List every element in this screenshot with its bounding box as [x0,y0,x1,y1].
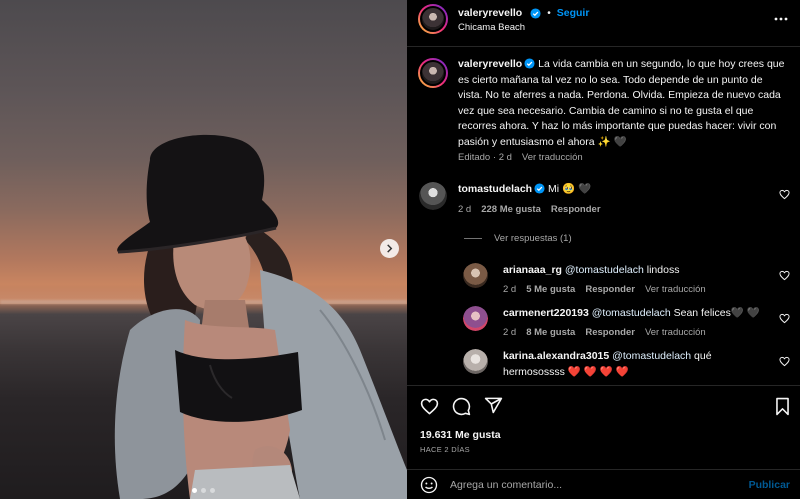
comment-text-line2: hermosossss ❤️ ❤️ ❤️ ❤️ [503,365,629,378]
reply-button[interactable]: Responder [585,284,635,295]
comment-likes-count[interactable]: 5 Me gusta [526,284,575,295]
commenter-username[interactable]: karina.alexandra3015 [503,350,609,362]
commenter-username[interactable]: tomastudelach [458,183,532,195]
comment-item: karina.alexandra3015 @tomastudelach qué … [407,348,800,385]
caption-text: La vida cambia en un segundo, lo que hoy… [458,58,785,148]
like-heart-icon[interactable] [420,397,439,416]
comment-text: Mi 🥹 🖤 [548,183,592,195]
woman-figure [114,134,407,499]
emoji-icon[interactable] [420,476,438,494]
commenter-username[interactable]: carmenert220193 [503,307,589,319]
verified-badge-icon [530,7,541,19]
commenter-username[interactable]: arianaaa_rg [503,264,562,276]
chevron-right-icon [387,244,393,253]
comment-text: Sean felices🖤 🖤 [670,307,760,319]
post-time-ago[interactable]: HACE 2 DÍAS [420,445,470,454]
author-username[interactable]: valeryrevello [458,7,522,19]
comment-meta: 2 d 5 Me gusta Responder Ver traducción [503,284,706,295]
comment-bubble-icon[interactable] [452,397,471,416]
verified-badge-icon [524,58,535,69]
comment-mention[interactable]: @tomastudelach [592,307,671,319]
caption-edited: Editado [458,152,491,163]
comment-meta: 2 d 228 Me gusta Responder [458,204,601,215]
caption-author-username[interactable]: valeryrevello [458,58,522,70]
comment-item: arianaaa_rg @tomastudelach lindoss 2 d 5… [407,262,800,302]
view-replies-label[interactable]: Ver respuestas (1) [494,233,572,244]
comment-mention[interactable]: @tomastudelach [612,350,691,362]
follow-button[interactable]: Seguir [557,7,590,19]
post-likes-count[interactable]: 19.631 Me gusta [420,429,501,441]
author-avatar[interactable] [418,4,448,34]
comment-input[interactable] [450,478,749,491]
comment-mention[interactable]: @tomastudelach [565,264,644,276]
verified-badge-icon [534,183,545,194]
comment-like-heart-icon[interactable] [779,313,790,324]
next-slide-button[interactable] [380,239,399,258]
carousel-dot-2 [201,488,206,493]
save-bookmark-icon[interactable] [774,397,791,416]
reply-button[interactable]: Responder [551,204,601,215]
comment-like-heart-icon[interactable] [779,270,790,281]
comment-translate-link[interactable]: Ver traducción [645,284,706,295]
more-options-icon[interactable] [774,12,788,26]
comment-meta: 2 d 8 Me gusta Responder Ver traducción [503,327,706,338]
carousel-dot-3 [210,488,215,493]
post-sidebar: valeryrevello • Seguir Chicama Beach val… [407,0,800,499]
carousel-dot-1 [192,488,197,493]
caption-age[interactable]: 2 d [499,152,512,163]
post-header: valeryrevello • Seguir Chicama Beach [407,0,800,47]
publish-button[interactable]: Publicar [749,479,790,491]
reply-button[interactable]: Responder [585,327,635,338]
commenter-avatar[interactable] [463,349,488,374]
commenter-avatar[interactable] [463,306,488,331]
caption-author-avatar[interactable] [418,58,448,88]
comment-age[interactable]: 2 d [503,327,516,338]
replies-divider-line [464,238,482,239]
comment-likes-count[interactable]: 8 Me gusta [526,327,575,338]
comment-text: qué [691,350,712,362]
add-comment-bar: Publicar [407,469,800,499]
view-replies-button[interactable]: Ver respuestas (1) [464,233,572,244]
carousel-indicator [0,488,407,493]
commenter-avatar[interactable] [463,263,488,288]
comment-like-heart-icon[interactable] [779,189,790,200]
post-photo[interactable] [0,0,407,499]
caption-meta: Editado · 2 d Ver traducción [458,152,583,163]
comment-item: carmenert220193 @tomastudelach Sean feli… [407,305,800,345]
comment-translate-link[interactable]: Ver traducción [645,327,706,338]
share-send-icon[interactable] [484,396,503,415]
comment-like-heart-icon[interactable] [779,356,790,367]
commenter-avatar[interactable] [419,182,447,210]
comment-item: tomastudelach Mi 🥹 🖤 2 d 228 Me gusta Re… [407,181,800,251]
caption-translate-link[interactable]: Ver traducción [522,152,583,163]
comment-age[interactable]: 2 d [503,284,516,295]
comment-likes-count[interactable]: 228 Me gusta [481,204,541,215]
comments-list[interactable]: valeryrevello La vida cambia en un segun… [407,48,800,385]
post-location[interactable]: Chicama Beach [458,22,525,33]
post-actions: 19.631 Me gusta HACE 2 DÍAS [407,385,800,455]
comment-text: lindoss [643,264,680,276]
comment-age[interactable]: 2 d [458,204,471,215]
